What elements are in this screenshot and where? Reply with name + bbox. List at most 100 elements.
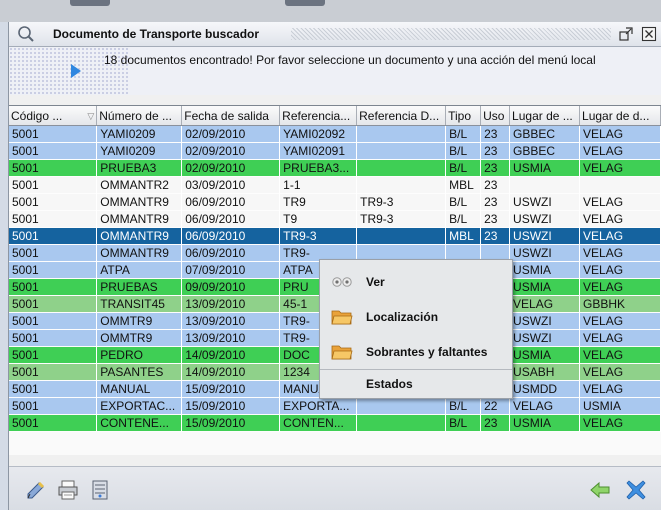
table-cell: VELAG <box>579 363 661 381</box>
folder-icon <box>331 310 353 325</box>
table-cell: 5001 <box>9 312 98 330</box>
table-cell: 06/09/2010 <box>181 244 281 262</box>
column-header-label: Fecha de salida <box>184 108 269 123</box>
column-header[interactable]: Fecha de salida <box>181 106 281 126</box>
table-cell: USMIA <box>509 346 581 364</box>
table-row[interactable]: 5001 OMMANTR2 03/09/2010 1-1 MBL 23 <box>9 176 661 194</box>
table-cell: 14/09/2010 <box>181 346 281 364</box>
context-menu: Ver Localización Sobrantes y faltantes E… <box>319 259 513 399</box>
background-strip <box>0 0 661 22</box>
play-arrow-icon <box>71 64 81 78</box>
table-cell: VELAG <box>579 142 661 160</box>
column-header-label: Número de ... <box>99 108 172 123</box>
table-cell: 14/09/2010 <box>181 363 281 381</box>
info-message-panel: 18 documentos encontrado! Por favor sele… <box>9 47 661 95</box>
background-tab <box>285 0 325 6</box>
table-cell: 5001 <box>9 210 98 228</box>
column-header-label: Lugar de ... <box>512 108 573 123</box>
table-cell: 5001 <box>9 329 98 347</box>
table-cell: 15/09/2010 <box>181 397 281 415</box>
table-row[interactable]: 5001 PRUEBA3 02/09/2010 PRUEBA3... B/L 23 USMI… <box>9 159 661 177</box>
column-header[interactable]: Uso <box>480 106 511 126</box>
menu-item-label: Localización <box>366 310 439 324</box>
table-cell: VELAG <box>579 261 661 279</box>
table-cell: YAMI0209 <box>96 142 183 160</box>
table-cell: 23 <box>480 142 511 160</box>
table-cell <box>356 159 447 177</box>
edit-icon[interactable] <box>25 479 47 501</box>
table-cell: 15/09/2010 <box>181 414 281 432</box>
archive-icon[interactable] <box>89 479 111 501</box>
column-header[interactable]: Lugar de ... <box>509 106 581 126</box>
table-cell: OMMANTR9 <box>96 227 183 245</box>
table-row[interactable]: 5001 OMMANTR9 06/09/2010 T9 TR9-3 B/L 23 USWZI V… <box>9 210 661 228</box>
table-cell: PRUEBA3 <box>96 159 183 177</box>
table-cell: 5001 <box>9 227 98 245</box>
column-header[interactable]: Tipo <box>445 106 482 126</box>
table-cell: VELAG <box>579 159 661 177</box>
table-cell: EXPORTAC... <box>96 397 183 415</box>
column-header[interactable]: Código ... ▽ <box>9 106 98 126</box>
table-cell: B/L <box>445 414 482 432</box>
menu-item-label: Sobrantes y faltantes <box>366 345 488 359</box>
table-cell: 07/09/2010 <box>181 261 281 279</box>
restore-icon[interactable] <box>618 26 634 42</box>
table-row[interactable]: 5001 YAMI0209 02/09/2010 YAMI02091 B/L 23 GBBE… <box>9 142 661 160</box>
table-cell: B/L <box>445 159 482 177</box>
table-cell: USWZI <box>509 329 581 347</box>
print-icon[interactable] <box>57 479 79 501</box>
back-arrow-icon[interactable] <box>589 479 611 501</box>
table-cell: 23 <box>480 125 511 143</box>
table-cell: 23 <box>480 210 511 228</box>
table-cell: OMMTR9 <box>96 329 183 347</box>
table-cell: 13/09/2010 <box>181 312 281 330</box>
table-row[interactable]: 5001 OMMANTR9 06/09/2010 TR9-3 MBL 23 USWZI VEL… <box>9 227 661 245</box>
column-header[interactable]: Lugar de d... <box>579 106 661 126</box>
menu-item-localizacion[interactable]: Localización <box>320 302 512 332</box>
menu-item-sobrantes-y-faltantes[interactable]: Sobrantes y faltantes <box>320 337 512 367</box>
table-row[interactable]: 5001 CONTENE... 15/09/2010 CONTEN... B/L 23 US… <box>9 414 661 432</box>
table-cell <box>356 414 447 432</box>
table-cell: GBBHK <box>579 295 661 313</box>
menu-item-ver[interactable]: Ver <box>320 267 512 297</box>
table-cell: USWZI <box>509 227 581 245</box>
table-cell: GBBEC <box>509 142 581 160</box>
search-icon <box>18 26 34 42</box>
table-cell: PASANTES <box>96 363 183 381</box>
table-cell: VELAG <box>579 346 661 364</box>
table-cell: VELAG <box>579 210 661 228</box>
menu-item-label: Estados <box>366 377 413 391</box>
table-cell: 5001 <box>9 380 98 398</box>
table-row[interactable]: 5001 OMMANTR9 06/09/2010 TR9 TR9-3 B/L 23 USWZI… <box>9 193 661 211</box>
table-cell: USABH <box>509 363 581 381</box>
table-cell: 5001 <box>9 397 98 415</box>
folder-icon <box>331 345 353 360</box>
table-cell: VELAG <box>579 278 661 296</box>
column-header[interactable]: Referencia D... <box>356 106 447 126</box>
menu-separator <box>320 369 512 370</box>
table-row[interactable]: 5001 YAMI0209 02/09/2010 YAMI02092 B/L 23 GBBE… <box>9 125 661 143</box>
bottom-toolbar <box>9 467 661 510</box>
table-cell: VELAG <box>579 244 661 262</box>
column-header[interactable]: Número de ... <box>96 106 183 126</box>
table-header-row: Código ... ▽ Número de ... Fecha de salida R… <box>9 106 661 126</box>
close-icon[interactable] <box>625 479 647 501</box>
column-header-label: Referencia D... <box>359 108 440 123</box>
table-cell: 5001 <box>9 278 98 296</box>
column-header[interactable]: Referencia... <box>279 106 358 126</box>
table-cell: YAMI02091 <box>279 142 358 160</box>
table-cell: 5001 <box>9 414 98 432</box>
table-cell: B/L <box>445 125 482 143</box>
table-cell: TR9-3 <box>356 210 447 228</box>
table-cell: 03/09/2010 <box>181 176 281 194</box>
table-cell: USWZI <box>509 193 581 211</box>
table-cell: 13/09/2010 <box>181 329 281 347</box>
table-cell: 5001 <box>9 244 98 262</box>
table-cell: 5001 <box>9 159 98 177</box>
table-cell: MBL <box>445 227 482 245</box>
menu-item-label: Ver <box>366 275 385 289</box>
column-header-label: Tipo <box>448 108 472 123</box>
table-cell: YAMI02092 <box>279 125 358 143</box>
close-window-icon[interactable] <box>641 26 657 42</box>
menu-item-estados[interactable]: Estados <box>320 371 512 401</box>
